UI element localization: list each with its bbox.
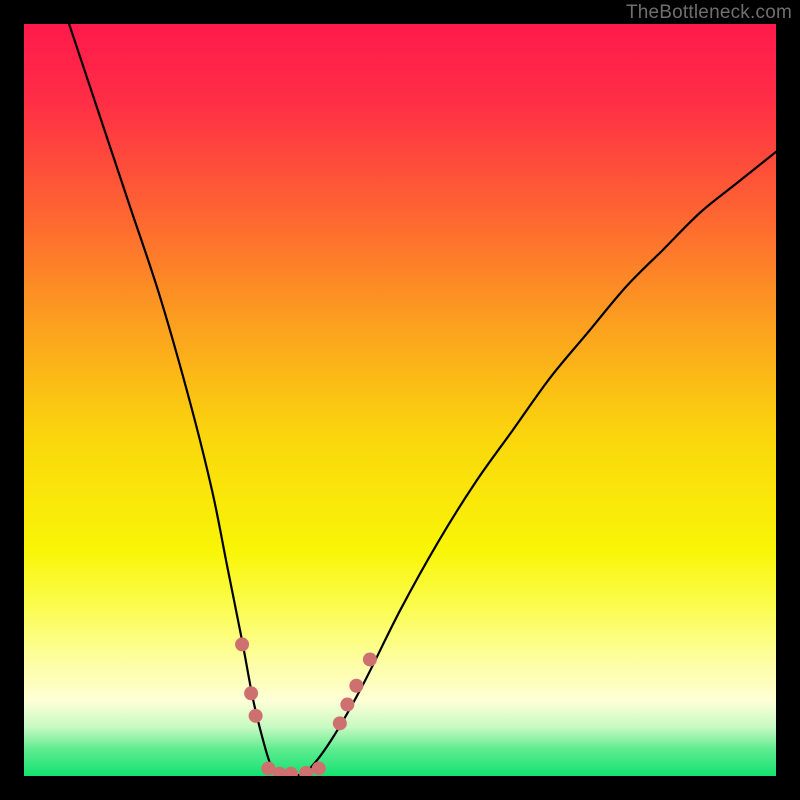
plot-area <box>24 24 776 776</box>
data-markers <box>235 637 377 776</box>
data-marker <box>244 686 258 700</box>
chart-svg <box>24 24 776 776</box>
data-marker <box>349 679 363 693</box>
watermark-text: TheBottleneck.com <box>626 2 792 24</box>
data-marker <box>312 761 326 775</box>
data-marker <box>333 716 347 730</box>
data-marker <box>249 709 263 723</box>
data-marker <box>340 698 354 712</box>
data-marker <box>235 637 249 651</box>
bottleneck-curve <box>69 24 776 776</box>
data-marker <box>363 652 377 666</box>
data-marker <box>284 767 298 776</box>
chart-frame: TheBottleneck.com <box>0 0 800 800</box>
